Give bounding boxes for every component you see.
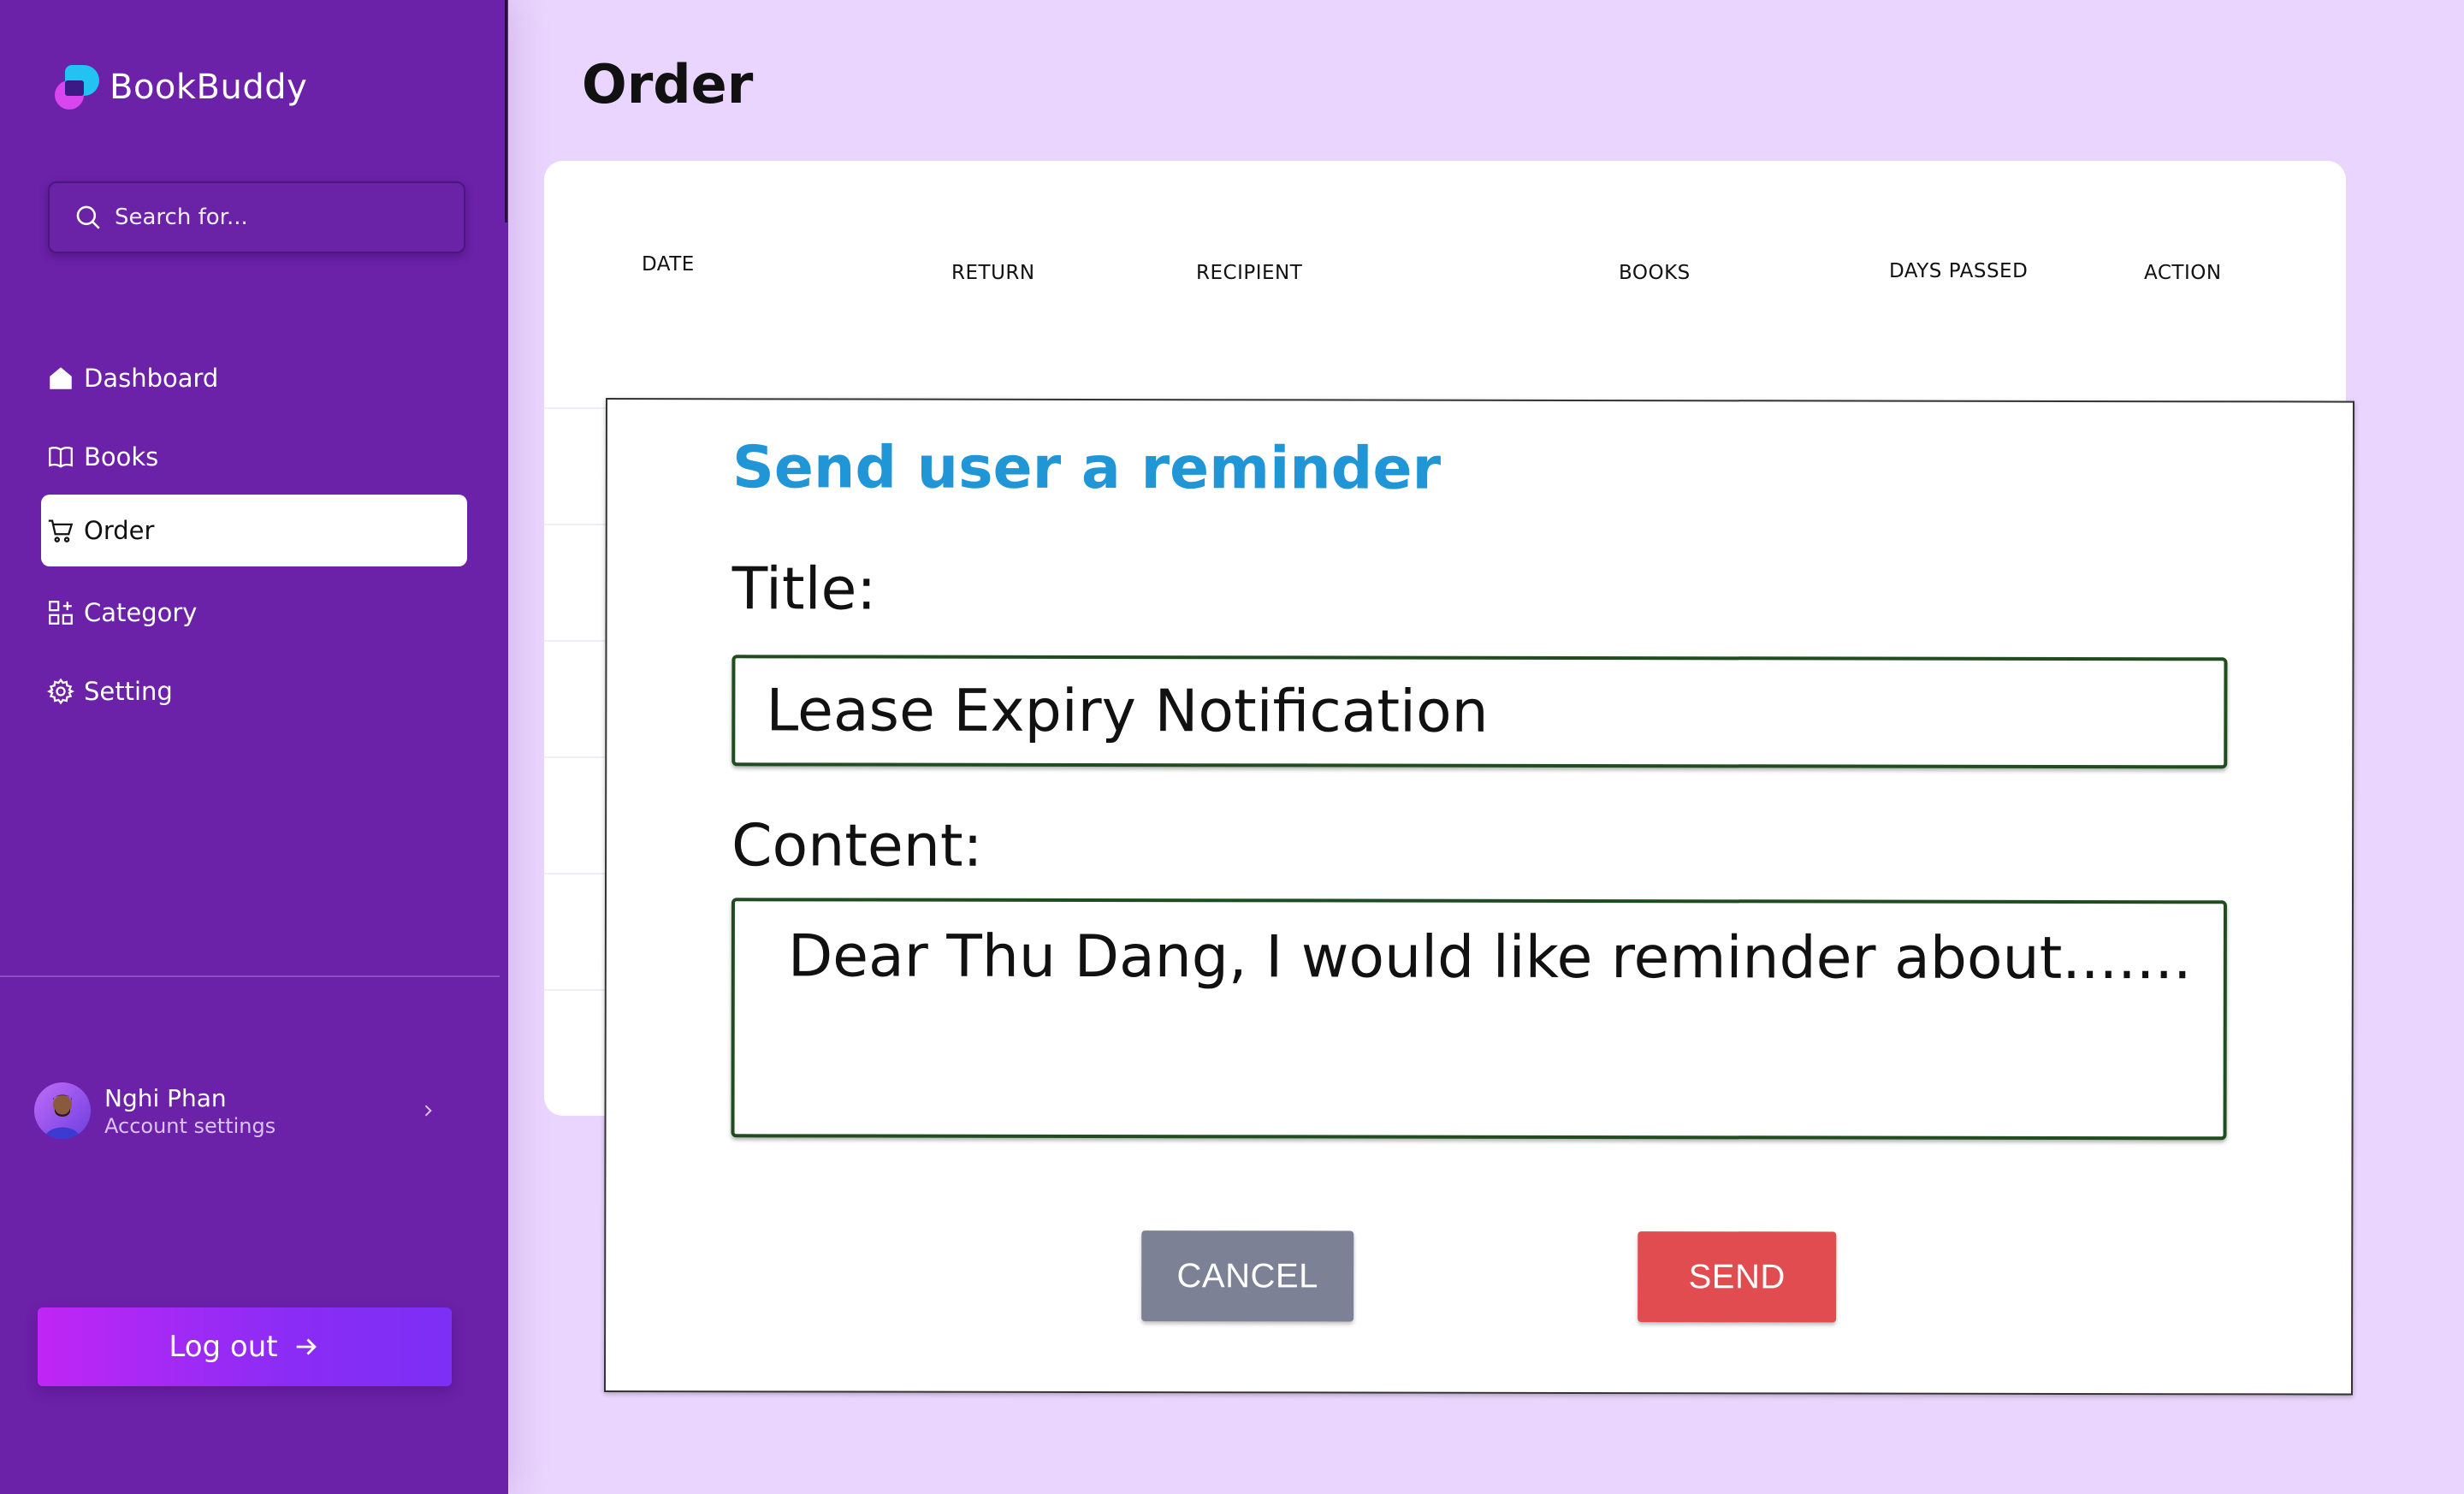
gear-icon <box>46 678 75 705</box>
content-label: Content: <box>732 812 983 880</box>
sidebar-item-label: Dashboard <box>84 364 219 393</box>
chevron-right-icon <box>424 1105 432 1117</box>
title-label: Title: <box>732 555 877 624</box>
search-box[interactable] <box>48 181 465 253</box>
sidebar-item-label: Setting <box>84 677 173 706</box>
search-input[interactable] <box>115 205 440 230</box>
logout-button[interactable]: Log out <box>38 1307 452 1386</box>
sidebar-item-label: Category <box>84 598 198 627</box>
app-logo[interactable]: BookBuddy <box>53 63 307 111</box>
column-header-action[interactable]: ACTION <box>2144 262 2222 284</box>
sidebar-item-dashboard[interactable]: Dashboard <box>41 342 467 414</box>
logo-icon <box>53 63 101 111</box>
content-field[interactable]: Dear Thu Dang, I would like reminder abo… <box>731 898 2227 1141</box>
column-header-recipient[interactable]: RECIPIENT <box>1196 262 1302 284</box>
cancel-button[interactable]: CANCEL <box>1141 1230 1354 1322</box>
sidebar-item-books[interactable]: Books <box>41 421 467 493</box>
sidebar-item-label: Books <box>84 442 159 471</box>
sidebar-item-setting[interactable]: Setting <box>41 655 467 727</box>
send-button[interactable]: SEND <box>1638 1231 1837 1323</box>
sidebar: BookBuddy Dashboard Books <box>0 0 508 1494</box>
account-subtitle: Account settings <box>104 1113 276 1138</box>
sidebar-edge <box>505 0 507 222</box>
column-header-return[interactable]: RETURN <box>951 262 1035 284</box>
avatar <box>34 1082 91 1139</box>
cart-icon <box>48 519 74 542</box>
column-header-books[interactable]: BOOKS <box>1619 262 1691 284</box>
app-name: BookBuddy <box>110 68 308 107</box>
sidebar-item-order[interactable]: Order <box>41 495 467 566</box>
home-icon <box>50 367 72 389</box>
book-icon <box>49 447 73 468</box>
title-field[interactable] <box>732 655 2228 769</box>
page-title: Order <box>582 53 754 116</box>
sidebar-divider <box>0 975 500 977</box>
arrow-right-icon <box>296 1338 317 1355</box>
category-icon <box>49 601 73 625</box>
logout-label: Log out <box>169 1330 278 1364</box>
dialog-title: Send user a reminder <box>732 434 1442 503</box>
search-icon <box>76 205 100 229</box>
reminder-dialog: Send user a reminder Title: Content: Dea… <box>603 398 2354 1396</box>
column-header-days-passed[interactable]: DAYS PASSED <box>1889 260 2028 282</box>
content-textarea[interactable]: Dear Thu Dang, I would like reminder abo… <box>734 901 2224 1137</box>
sidebar-item-label: Order <box>84 516 155 545</box>
title-input[interactable] <box>735 658 2224 766</box>
column-header-date[interactable]: DATE <box>642 253 695 276</box>
account-name: Nghi Phan <box>104 1083 227 1112</box>
sidebar-item-category[interactable]: Category <box>41 577 467 649</box>
account-settings[interactable]: Nghi Phan Account settings <box>34 1076 436 1145</box>
